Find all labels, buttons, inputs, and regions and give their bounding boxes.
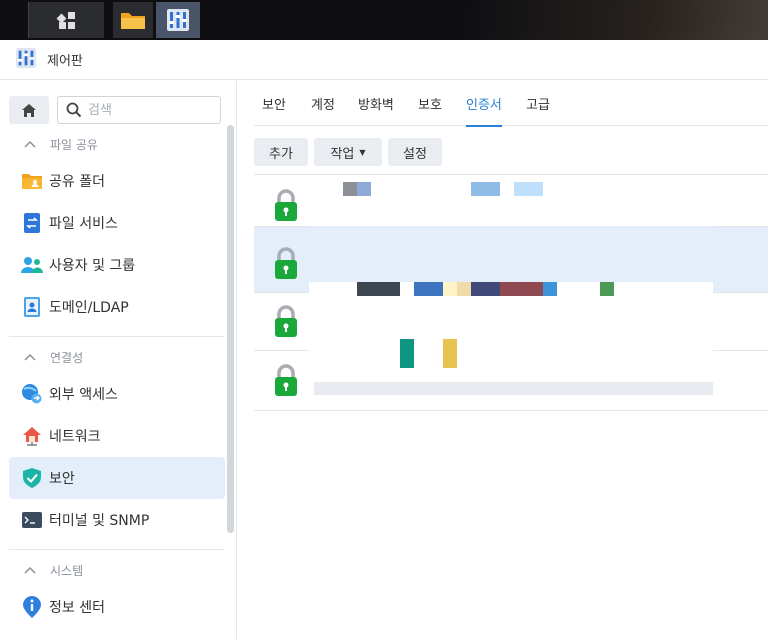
home-button[interactable]	[9, 96, 49, 124]
certificate-list	[254, 174, 768, 411]
main-menu-icon	[56, 12, 75, 29]
tab-advanced[interactable]: 고급	[526, 88, 550, 126]
redacted-block	[514, 182, 543, 196]
add-button-label: 추가	[269, 146, 293, 162]
add-button[interactable]: 추가	[254, 138, 308, 166]
redacted-block	[314, 382, 713, 395]
sidebar-item-label: 공유 폴더	[49, 174, 105, 190]
settings-button[interactable]: 설정	[388, 138, 442, 166]
redacted-block	[543, 282, 557, 296]
domain-ldap-icon	[21, 296, 43, 318]
search-box[interactable]	[57, 96, 221, 124]
home-icon	[22, 103, 36, 117]
action-button-label: 작업	[330, 146, 355, 162]
sidebar-item-label: 터미널 및 SNMP	[49, 513, 150, 529]
redacted-block	[443, 282, 457, 296]
lock-icon	[275, 247, 297, 279]
sidebar-item-network[interactable]: 네트워크	[9, 415, 225, 457]
taskbar-wallpaper-glow	[468, 0, 768, 40]
sidebar-item-file-services[interactable]: 파일 서비스	[9, 202, 225, 244]
section-label: 시스템	[50, 563, 84, 578]
window-titlebar: 제어판	[0, 40, 768, 80]
sidebar-item-users-groups[interactable]: 사용자 및 그룹	[9, 244, 225, 286]
sidebar-item-info-center[interactable]: 정보 센터	[9, 586, 225, 628]
search-input[interactable]	[88, 102, 208, 118]
redacted-block	[471, 182, 500, 196]
taskbar	[0, 0, 768, 40]
redacted-block	[357, 182, 371, 196]
redacted-block	[500, 282, 543, 296]
tab-firewall[interactable]: 방화벽	[358, 88, 394, 126]
file-station-taskbar-button[interactable]	[113, 2, 153, 38]
chevron-up-icon	[24, 564, 40, 577]
lock-icon	[275, 364, 297, 396]
redacted-block	[600, 282, 614, 296]
sidebar-item-domain-ldap[interactable]: 도메인/LDAP	[9, 286, 225, 328]
tab-certificate[interactable]: 인증서	[466, 88, 502, 127]
security-shield-icon	[21, 467, 43, 489]
info-center-icon	[21, 596, 43, 618]
redacted-block	[457, 282, 471, 296]
users-groups-icon	[21, 254, 43, 276]
section-header-system[interactable]: 시스템	[24, 560, 83, 580]
redacted-block	[343, 182, 357, 196]
control-panel-app-icon	[15, 47, 37, 73]
redacted-block	[414, 282, 443, 296]
redacted-block	[471, 282, 500, 296]
sidebar-item-terminal-snmp[interactable]: 터미널 및 SNMP	[9, 499, 225, 541]
search-icon	[66, 102, 82, 118]
redacted-block	[443, 339, 457, 368]
sidebar: 파일 공유 공유 폴더 파일 서비스 사용자 및 그룹 도메인/LDAP 연결성	[0, 81, 237, 639]
action-dropdown-button[interactable]: 작업 ▼	[314, 138, 382, 166]
external-access-icon	[21, 383, 43, 405]
redacted-block	[400, 339, 414, 368]
redacted-block	[309, 352, 713, 410]
sidebar-item-label: 도메인/LDAP	[49, 300, 129, 316]
sidebar-item-security[interactable]: 보안	[9, 457, 225, 499]
sidebar-item-label: 외부 액세스	[49, 387, 118, 403]
chevron-up-icon	[24, 138, 40, 151]
tab-protection[interactable]: 보호	[418, 88, 442, 126]
sidebar-item-label: 파일 서비스	[49, 216, 118, 232]
sidebar-item-label: 정보 센터	[49, 600, 105, 616]
tab-bar: 보안 계정 방화벽 보호 인증서 고급	[254, 88, 768, 127]
file-services-icon	[21, 212, 43, 234]
sidebar-divider	[9, 336, 224, 337]
sidebar-item-shared-folder[interactable]: 공유 폴더	[9, 160, 225, 202]
sidebar-item-external-access[interactable]: 외부 액세스	[9, 373, 225, 415]
section-label: 연결성	[50, 350, 84, 365]
lock-icon	[275, 189, 297, 221]
sidebar-scrollbar[interactable]	[227, 125, 234, 533]
certificate-row[interactable]	[254, 175, 768, 227]
tab-account[interactable]: 계정	[311, 88, 335, 126]
window-title: 제어판	[47, 54, 83, 69]
sidebar-item-label: 보안	[49, 471, 75, 487]
redacted-block	[357, 282, 400, 296]
shared-folder-icon	[21, 170, 43, 192]
control-panel-icon	[167, 9, 189, 31]
section-header-file-sharing[interactable]: 파일 공유	[24, 134, 98, 154]
control-panel-taskbar-button[interactable]	[156, 2, 200, 38]
tab-security[interactable]: 보안	[262, 88, 286, 126]
settings-button-label: 설정	[403, 146, 427, 162]
section-label: 파일 공유	[50, 137, 98, 152]
caret-down-icon: ▼	[359, 147, 366, 157]
chevron-up-icon	[24, 351, 40, 364]
sidebar-item-label: 사용자 및 그룹	[49, 258, 136, 274]
section-header-connectivity[interactable]: 연결성	[24, 347, 83, 367]
network-icon	[21, 425, 43, 447]
sidebar-divider	[9, 549, 224, 550]
main-menu-button[interactable]	[28, 2, 104, 38]
sidebar-item-label: 네트워크	[49, 429, 101, 445]
terminal-icon	[21, 509, 43, 531]
lock-icon	[275, 305, 297, 337]
redacted-block	[309, 226, 713, 282]
folder-icon	[121, 13, 145, 29]
